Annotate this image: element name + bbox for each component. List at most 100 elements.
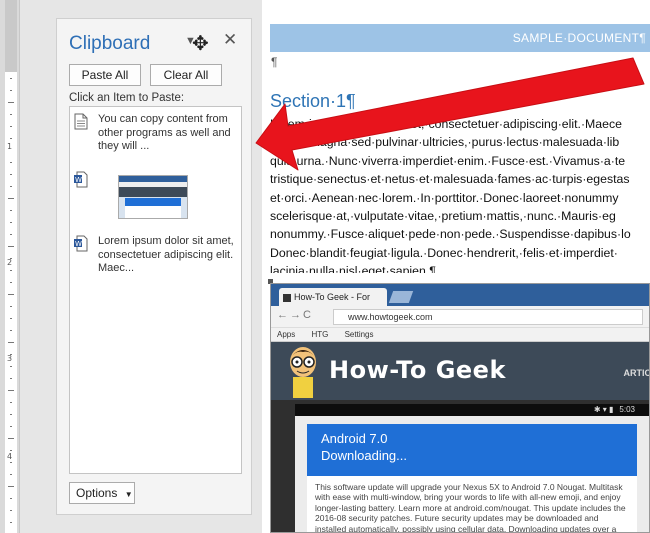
document-page[interactable]: SAMPLE·DOCUMENT¶ ¶ Section·1¶ Lorem·ipsu… bbox=[262, 0, 650, 533]
clipboard-item-image[interactable]: W bbox=[74, 171, 239, 225]
ruler-tick bbox=[10, 378, 12, 379]
ruler-tick bbox=[10, 510, 12, 511]
htg-nav-item: ARTIC bbox=[623, 368, 650, 378]
browser-tab-bar: How-To Geek - For Geeks bbox=[271, 284, 649, 320]
document-header-bar: SAMPLE·DOCUMENT¶ bbox=[270, 24, 650, 52]
clear-all-button[interactable]: Clear All bbox=[150, 64, 222, 86]
phone-time: 5:03 bbox=[619, 405, 635, 414]
ruler-tick bbox=[8, 342, 14, 343]
ruler-tick bbox=[8, 438, 14, 439]
browser-nav-icons: ←→C bbox=[277, 309, 313, 321]
ruler-tick bbox=[10, 234, 12, 235]
ruler-tick bbox=[10, 450, 12, 451]
ruler-tick bbox=[10, 186, 12, 187]
pane-title: Clipboard bbox=[69, 33, 151, 54]
ruler-tick bbox=[10, 138, 12, 139]
word-icon: W bbox=[74, 171, 88, 188]
options-button[interactable]: Options ▼ bbox=[69, 482, 135, 504]
body-line: nonummy.·Fusce·aliquet·pede·non·pede.·Su… bbox=[270, 227, 631, 242]
ruler-tick bbox=[10, 114, 12, 115]
ruler-tick bbox=[8, 102, 14, 103]
browser-tab: How-To Geek - For Geeks bbox=[279, 288, 387, 320]
ruler-tick bbox=[10, 258, 12, 259]
ruler-tick bbox=[10, 282, 12, 283]
update-header: Android 7.0 Downloading... bbox=[307, 424, 637, 476]
body-line: tristique·senectus·et·netus·et·malesuada… bbox=[270, 172, 630, 187]
ruler-tick bbox=[10, 402, 12, 403]
ruler-tick bbox=[10, 90, 12, 91]
clipboard-item-text: Lorem ipsum dolor sit amet, consectetuer… bbox=[98, 235, 234, 274]
chevron-down-icon: ▼ bbox=[124, 490, 133, 499]
document-body-text[interactable]: Lorem·ipsum·dolor·sit·amet,·consectetuer… bbox=[270, 115, 648, 273]
ruler-tick bbox=[10, 366, 12, 367]
clipboard-pane: Clipboard ✥ ▼ ✕ Paste All Clear All Clic… bbox=[56, 18, 252, 515]
bookmark-htg: HTG bbox=[311, 330, 329, 339]
browser-bookmarks-bar: Apps HTG Settings bbox=[271, 328, 649, 342]
htg-favicon-icon bbox=[283, 293, 291, 302]
ruler-tick bbox=[8, 246, 14, 247]
phone-status-bar: ✱ ▾ ▮ 5:03 bbox=[295, 404, 649, 416]
ruler-tick bbox=[10, 522, 12, 523]
ruler-tick bbox=[10, 78, 12, 79]
ruler-tick bbox=[10, 414, 12, 415]
document-icon bbox=[74, 113, 88, 130]
ruler-tick bbox=[10, 498, 12, 499]
paste-instruction: Click an Item to Paste: bbox=[69, 92, 185, 104]
phone-status-icons: ✱ ▾ ▮ bbox=[593, 405, 614, 414]
screenshot-thumbnail bbox=[118, 175, 188, 219]
clipboard-item-text: You can copy content from other programs… bbox=[98, 113, 231, 152]
close-icon[interactable]: ✕ bbox=[223, 30, 237, 50]
ruler-tick bbox=[8, 198, 14, 199]
paste-all-button[interactable]: Paste All bbox=[69, 64, 141, 86]
update-description: This software update will upgrade your N… bbox=[307, 476, 637, 532]
geek-mascot-icon bbox=[290, 347, 316, 398]
body-line: lacinia·nulla·nisl·eget·sapien.¶ bbox=[270, 264, 436, 273]
ruler-tick bbox=[10, 270, 12, 271]
bookmark-apps: Apps bbox=[277, 330, 296, 339]
section-heading[interactable]: Section·1¶ bbox=[270, 91, 356, 112]
ruler-tick bbox=[10, 162, 12, 163]
ruler-tick bbox=[8, 294, 14, 295]
ruler-tick bbox=[8, 390, 14, 391]
ruler-number: 4 bbox=[7, 452, 13, 461]
ruler-tick bbox=[10, 462, 12, 463]
ruler-tick bbox=[10, 330, 12, 331]
clipboard-items-list: You can copy content from other programs… bbox=[69, 106, 242, 474]
browser-address-bar: www.howtogeek.com bbox=[333, 309, 643, 325]
ruler-tick bbox=[8, 486, 14, 487]
body-line: ·porta,·magna·sed·pulvinar·ultricies,·pu… bbox=[270, 135, 620, 150]
paragraph-mark: ¶ bbox=[271, 55, 278, 69]
ruler-tick bbox=[10, 174, 12, 175]
browser-url: www.howtogeek.com bbox=[348, 312, 433, 322]
clipboard-item-text-2[interactable]: W Lorem ipsum dolor sit amet, consectetu… bbox=[74, 235, 239, 279]
ruler-margin bbox=[5, 0, 17, 72]
vertical-ruler: 1 2 3 4 bbox=[0, 0, 20, 533]
ruler-tick bbox=[10, 126, 12, 127]
ruler-number: 2 bbox=[7, 258, 13, 267]
ruler-number: 1 bbox=[7, 142, 13, 151]
body-line: et·orci.·Aenean·nec·lorem.·In·porttitor.… bbox=[270, 190, 619, 205]
clipboard-item-text-1[interactable]: You can copy content from other programs… bbox=[74, 113, 239, 157]
browser-toolbar: ←→C www.howtogeek.com bbox=[271, 306, 649, 328]
update-title: Android 7.0 bbox=[321, 431, 388, 446]
phone-screenshot: ✱ ▾ ▮ 5:03 Android 7.0 Downloading... Thi… bbox=[295, 404, 649, 532]
update-status: Downloading... bbox=[321, 448, 407, 463]
bookmark-settings: Settings bbox=[344, 330, 374, 339]
ruler-tick bbox=[10, 222, 12, 223]
svg-text:W: W bbox=[75, 176, 82, 184]
document-header-text: SAMPLE·DOCUMENT¶ bbox=[512, 31, 646, 45]
ruler-tick bbox=[10, 426, 12, 427]
embedded-screenshot-image[interactable]: How-To Geek - For Geeks ←→C www.howtogee… bbox=[270, 283, 650, 533]
options-label: Options bbox=[76, 486, 118, 500]
body-line: Lorem·ipsum·dolor·sit·amet,·consectetuer… bbox=[270, 117, 622, 131]
body-line: quis·urna.·Nunc·viverra·imperdiet·enim.·… bbox=[270, 153, 626, 168]
ruler-tick bbox=[10, 318, 12, 319]
htg-banner: How-To Geek ARTIC bbox=[271, 342, 650, 400]
new-tab-icon bbox=[388, 291, 414, 303]
body-line: Donec·blandit·feugiat·ligula.·Donec·hend… bbox=[270, 245, 618, 260]
pane-options-dropdown-icon[interactable]: ▼ bbox=[185, 35, 196, 47]
htg-logo-text: How-To Geek bbox=[329, 356, 506, 384]
ruler-tick bbox=[10, 474, 12, 475]
ruler-tick bbox=[10, 210, 12, 211]
ruler-tick bbox=[10, 354, 12, 355]
